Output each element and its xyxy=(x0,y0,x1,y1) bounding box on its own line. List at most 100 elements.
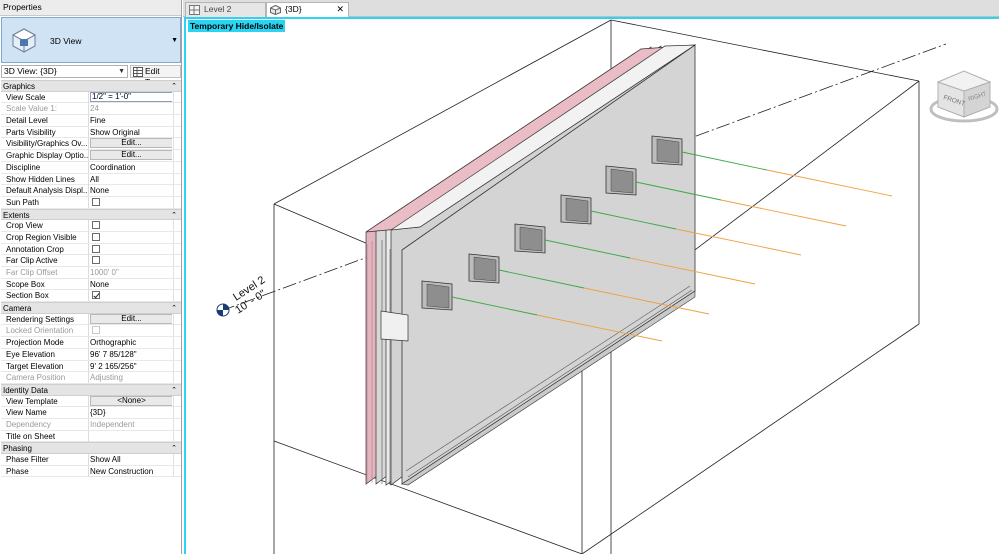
edit-button[interactable]: Edit... xyxy=(90,150,172,161)
grid-gutter xyxy=(173,278,181,290)
reference-line-orange xyxy=(720,199,847,227)
property-label: Detail Level xyxy=(6,116,48,126)
property-value[interactable]: 9' 2 165/256" xyxy=(88,360,172,372)
property-value[interactable]: Edit... xyxy=(88,313,172,325)
checkbox[interactable] xyxy=(92,221,100,230)
section-identity-data[interactable]: Identity Data ⌃ xyxy=(1,383,181,396)
grid-gutter xyxy=(173,126,181,138)
section-phasing[interactable]: Phasing ⌃ xyxy=(1,442,181,454)
window[interactable] xyxy=(468,253,500,284)
property-value[interactable]: None xyxy=(88,278,172,290)
property-value[interactable] xyxy=(88,255,172,267)
property-row: View Name {3D} xyxy=(1,407,181,419)
property-value[interactable]: <None> xyxy=(88,395,172,407)
property-value[interactable]: {3D} xyxy=(88,407,172,419)
property-label: Parts Visibility xyxy=(6,127,56,137)
section-extents[interactable]: Extents ⌃ xyxy=(1,208,181,221)
section-label: Extents xyxy=(3,210,30,220)
property-label: Annotation Crop xyxy=(6,244,64,254)
edit-button[interactable]: Edit... xyxy=(90,138,172,149)
property-value[interactable]: 1/2" = 1'-0" xyxy=(88,91,172,103)
properties-grid: Graphics ⌃ View Scale 1/2" = 1'-0" Scale Val… xyxy=(1,80,181,478)
property-label: Locked Orientation xyxy=(6,326,74,336)
property-label: Projection Mode xyxy=(6,338,64,348)
property-value[interactable]: None xyxy=(88,185,172,197)
property-value[interactable]: Orthographic xyxy=(88,337,172,349)
grid-gutter xyxy=(173,231,181,243)
property-value[interactable]: Edit... xyxy=(88,138,172,150)
property-value[interactable] xyxy=(88,196,172,208)
view-scale-field[interactable]: 1/2" = 1'-0" xyxy=(90,91,172,102)
property-value[interactable] xyxy=(88,290,172,302)
property-row: Eye Elevation 96' 7 85/128" xyxy=(1,348,181,361)
instance-filter-dropdown[interactable]: 3D View: {3D} ▼ xyxy=(1,65,128,78)
checkbox[interactable] xyxy=(92,256,100,265)
checkbox[interactable] xyxy=(92,291,100,300)
property-value[interactable]: Fine xyxy=(88,115,172,127)
property-value[interactable] xyxy=(88,231,172,243)
grid-gutter xyxy=(173,220,181,232)
property-label: Phase Filter xyxy=(6,455,49,464)
3d-viewport[interactable]: Level 2 10' - 0" Temporary Hide/Isolate … xyxy=(184,17,999,554)
window[interactable] xyxy=(560,194,592,225)
window[interactable] xyxy=(421,280,453,311)
close-icon[interactable]: ✕ xyxy=(336,3,344,16)
window[interactable] xyxy=(651,135,683,166)
3d-model-canvas[interactable]: Level 2 10' - 0" xyxy=(186,19,999,554)
property-value[interactable] xyxy=(88,430,172,442)
level-head[interactable] xyxy=(216,303,230,317)
collapse-icon[interactable]: ⌃ xyxy=(171,443,177,454)
property-value[interactable]: 96' 7 85/128" xyxy=(88,348,172,360)
collapse-icon[interactable]: ⌃ xyxy=(171,210,177,221)
checkbox[interactable] xyxy=(92,244,100,253)
property-value[interactable] xyxy=(88,243,172,255)
section-label: Graphics xyxy=(3,82,36,91)
property-row: Show Hidden Lines All xyxy=(1,173,181,186)
property-label: Scope Box xyxy=(6,279,45,289)
property-value[interactable]: All xyxy=(88,173,172,185)
viewcube[interactable]: FRONT RIGHT xyxy=(926,49,999,129)
property-row: Discipline Coordination xyxy=(1,161,181,174)
property-value[interactable]: Coordination xyxy=(88,161,172,173)
edit-type-button[interactable]: Edit Type xyxy=(130,65,181,87)
property-value[interactable]: Show Original xyxy=(88,126,172,138)
tab-3d[interactable]: {3D} ✕ xyxy=(266,2,349,17)
property-value[interactable]: Edit... xyxy=(88,150,172,162)
checkbox[interactable] xyxy=(92,197,100,206)
property-row: Dependency Independent xyxy=(1,418,181,431)
window[interactable] xyxy=(605,165,637,196)
instance-filter-value: 3D View: {3D} xyxy=(4,66,57,76)
grid-gutter xyxy=(173,430,181,442)
property-value[interactable] xyxy=(88,220,172,232)
property-label: Eye Elevation xyxy=(6,349,55,359)
type-selector[interactable]: 3D View ▼ xyxy=(1,17,181,63)
edit-button[interactable]: Edit... xyxy=(90,313,172,324)
wall-opening[interactable] xyxy=(380,310,409,342)
property-label: Crop Region Visible xyxy=(6,232,77,242)
collapse-icon[interactable]: ⌃ xyxy=(171,385,177,396)
chevron-down-icon[interactable]: ▼ xyxy=(171,37,178,44)
property-row: Far Clip Offset 1000' 0" xyxy=(1,267,181,279)
property-row: Title on Sheet xyxy=(1,430,181,443)
property-label: Default Analysis Displ... xyxy=(6,186,88,196)
window[interactable] xyxy=(514,223,546,254)
section-graphics[interactable]: Graphics ⌃ xyxy=(1,80,181,92)
property-value[interactable]: Show All xyxy=(88,454,172,465)
property-label: Camera Position xyxy=(6,373,66,383)
grid-gutter xyxy=(173,395,181,407)
section-camera[interactable]: Camera ⌃ xyxy=(1,302,181,314)
grid-gutter xyxy=(173,138,181,150)
property-row: Scope Box None xyxy=(1,278,181,291)
tab-level-2[interactable]: Level 2 xyxy=(185,2,266,17)
collapse-icon[interactable]: ⌃ xyxy=(171,303,177,314)
edit-button[interactable]: <None> xyxy=(90,395,172,406)
grid-gutter xyxy=(173,418,181,430)
property-label: View Template xyxy=(6,396,58,406)
checkbox[interactable] xyxy=(92,232,100,241)
collapse-icon[interactable]: ⌃ xyxy=(171,81,177,92)
grid-gutter xyxy=(173,465,181,477)
property-row: Far Clip Active xyxy=(1,255,181,267)
grid-gutter xyxy=(173,243,181,255)
property-value[interactable]: New Construction xyxy=(88,465,172,477)
property-label: Show Hidden Lines xyxy=(6,174,75,184)
